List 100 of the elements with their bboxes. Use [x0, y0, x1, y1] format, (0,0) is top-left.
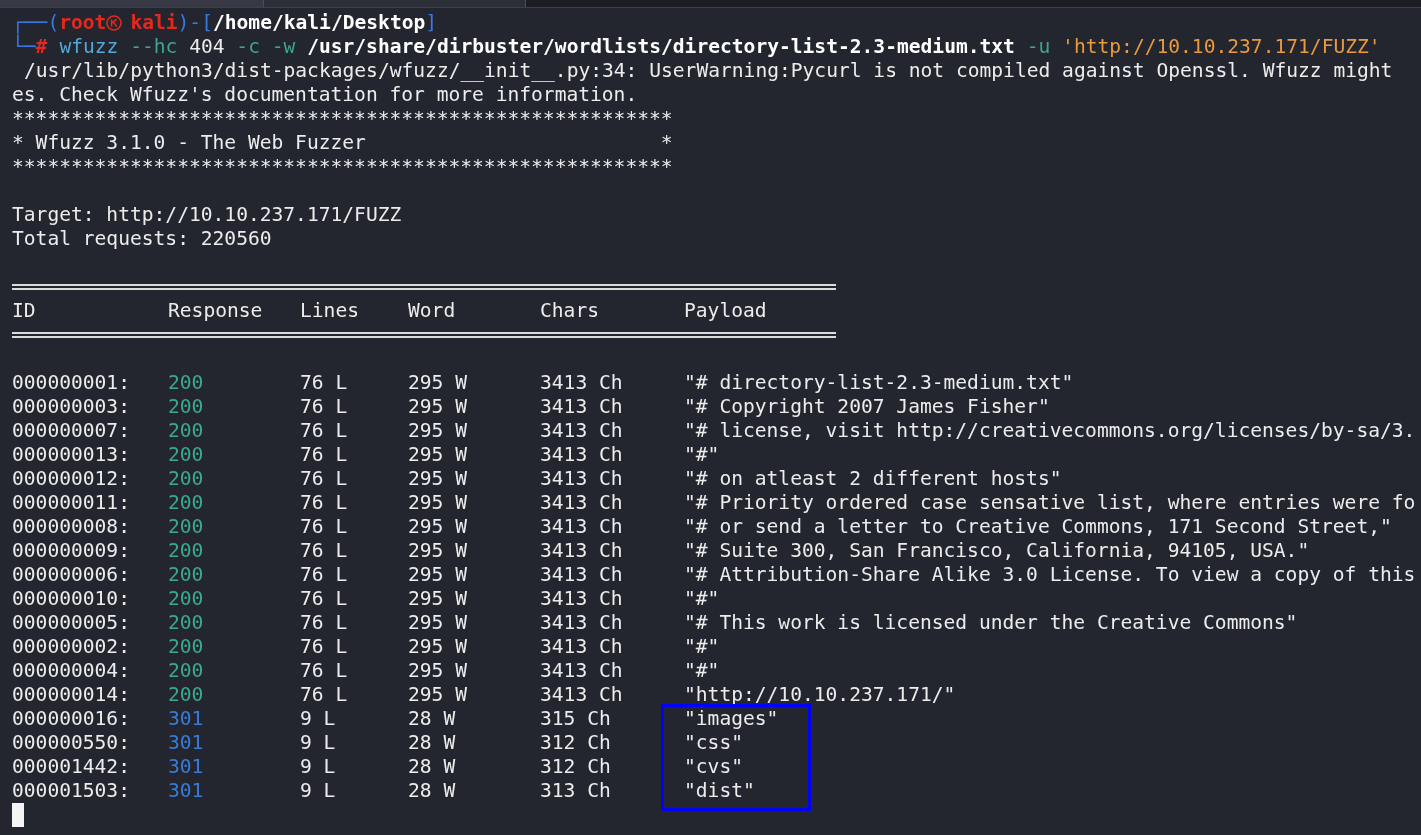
words-cell: 295 W [408, 563, 467, 587]
lines-cell: 76 L [300, 491, 348, 515]
id-cell: 000000004: [12, 659, 130, 683]
id-cell: 000000012: [12, 467, 130, 491]
lines-cell: 9 L [300, 779, 336, 803]
payload-cell: "# Attribution-Share Alike 3.0 License. To view a copy of this [684, 563, 1416, 587]
chars-cell: 3413 Ch [540, 371, 623, 395]
status-code: 200 [168, 419, 204, 443]
status-code: 200 [168, 683, 204, 707]
tab[interactable] [264, 0, 526, 7]
payload-cell: "images" [684, 707, 779, 731]
lines-cell: 76 L [300, 659, 348, 683]
words-cell: 28 W [408, 707, 456, 731]
status-code: 200 [168, 443, 204, 467]
words-cell: 295 W [408, 443, 467, 467]
chars-cell: 3413 Ch [540, 611, 623, 635]
lines-cell: 76 L [300, 371, 348, 395]
id-cell: 000000550: [12, 731, 130, 755]
chars-cell: 3413 Ch [540, 395, 623, 419]
payload-cell: "dist" [684, 779, 755, 803]
chars-cell: 3413 Ch [540, 563, 623, 587]
payload-cell: "http://10.10.237.171/" [684, 683, 956, 707]
column-header: Word [408, 299, 456, 323]
words-cell: 295 W [408, 419, 467, 443]
column-header: Chars [540, 299, 599, 323]
prompt-host: kali [130, 11, 178, 35]
status-code: 200 [168, 371, 204, 395]
words-cell: 295 W [408, 587, 467, 611]
words-cell: 295 W [408, 611, 467, 635]
chars-cell: 313 Ch [540, 779, 611, 803]
id-cell: 000000010: [12, 587, 130, 611]
id-cell: 000000016: [12, 707, 130, 731]
column-header: ID [12, 299, 36, 323]
status-code: 200 [168, 563, 204, 587]
id-cell: 000000001: [12, 371, 130, 395]
prompt-frame: )-[ [177, 11, 213, 35]
chars-cell: 3413 Ch [540, 491, 623, 515]
payload-cell: "# directory-list-2.3-medium.txt" [684, 371, 1074, 395]
status-code: 200 [168, 467, 204, 491]
payload-cell: "# on atleast 2 different hosts" [684, 467, 1062, 491]
payload-cell: "# Copyright 2007 James Fisher" [684, 395, 1050, 419]
words-cell: 295 W [408, 371, 467, 395]
payload-cell: "#" [684, 587, 720, 611]
status-code: 301 [168, 731, 204, 755]
payload-cell: "#" [684, 443, 720, 467]
words-cell: 295 W [408, 395, 467, 419]
words-cell: 295 W [408, 683, 467, 707]
id-cell: 000000003: [12, 395, 130, 419]
words-cell: 28 W [408, 731, 456, 755]
column-header: Lines [300, 299, 359, 323]
column-header: Payload [684, 299, 767, 323]
status-code: 200 [168, 587, 204, 611]
status-code: 200 [168, 491, 204, 515]
chars-cell: 312 Ch [540, 755, 611, 779]
status-code: 301 [168, 779, 204, 803]
tab[interactable] [0, 0, 264, 7]
lines-cell: 76 L [300, 539, 348, 563]
payload-cell: "# Priority ordered case sensative list, where entries were fo [684, 491, 1416, 515]
status-code: 200 [168, 611, 204, 635]
payload-cell: "css" [684, 731, 743, 755]
lines-cell: 76 L [300, 395, 348, 419]
column-header: Response [168, 299, 263, 323]
chars-cell: 3413 Ch [540, 635, 623, 659]
words-cell: 295 W [408, 635, 467, 659]
lines-cell: 9 L [300, 707, 336, 731]
lines-cell: 76 L [300, 587, 348, 611]
cursor-icon [12, 803, 24, 827]
id-cell: 000000013: [12, 443, 130, 467]
status-code: 200 [168, 395, 204, 419]
id-cell: 000001442: [12, 755, 130, 779]
banner-border: ******************************************************** [12, 155, 673, 179]
payload-cell: "# or send a letter to Creative Commons, 171 Second Street," [684, 515, 1392, 539]
prompt-user: root [59, 11, 107, 35]
banner-title: * Wfuzz 3.1.0 - The Web Fuzzer * [12, 131, 673, 155]
warning-text: es. Check Wfuzz's documentation for more information. [12, 83, 638, 107]
banner-border: ******************************************************** [12, 107, 673, 131]
chars-cell: 3413 Ch [540, 443, 623, 467]
prompt-frame: ] [425, 11, 438, 35]
id-cell: 000000005: [12, 611, 130, 635]
chars-cell: 3413 Ch [540, 539, 623, 563]
payload-cell: "# license, visit http://creativecommons.org/licenses/by-sa/3. [684, 419, 1416, 443]
payload-cell: "# This work is licensed under the Creative Commons" [684, 611, 1298, 635]
words-cell: 295 W [408, 515, 467, 539]
lines-cell: 76 L [300, 683, 348, 707]
status-code: 301 [168, 755, 204, 779]
words-cell: 28 W [408, 779, 456, 803]
lines-cell: 76 L [300, 635, 348, 659]
id-cell: 000000014: [12, 683, 130, 707]
words-cell: 295 W [408, 659, 467, 683]
status-code: 200 [168, 515, 204, 539]
lines-cell: 9 L [300, 755, 336, 779]
chars-cell: 3413 Ch [540, 515, 623, 539]
lines-cell: 76 L [300, 443, 348, 467]
status-code: 301 [168, 707, 204, 731]
id-cell: 000000011: [12, 491, 130, 515]
payload-cell: "# Suite 300, San Francisco, California, 94105, USA." [684, 539, 1310, 563]
id-cell: 000001503: [12, 779, 130, 803]
chars-cell: 3413 Ch [540, 587, 623, 611]
chars-cell: 315 Ch [540, 707, 611, 731]
circled-letter-icon [106, 15, 123, 31]
